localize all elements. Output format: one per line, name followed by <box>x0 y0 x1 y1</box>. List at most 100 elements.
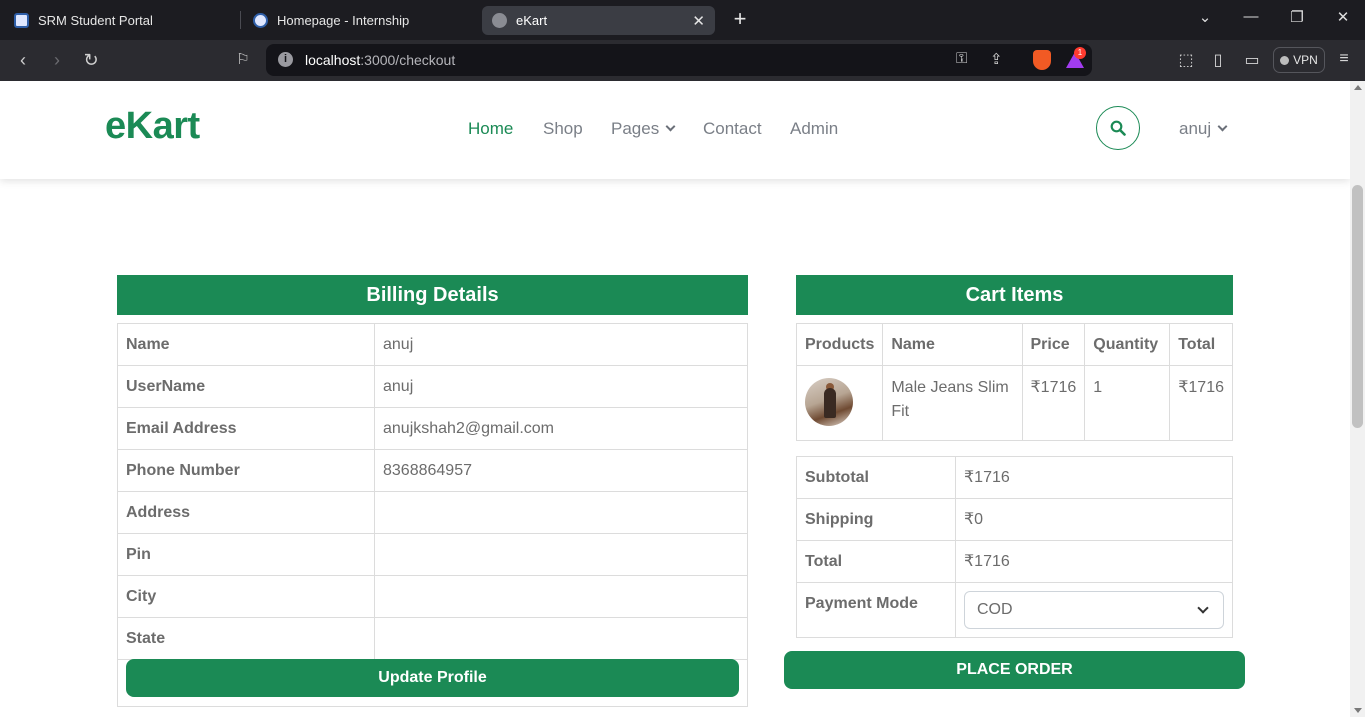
user-menu[interactable]: anuj <box>1179 119 1228 139</box>
browser-tab-internship[interactable]: Homepage - Internship <box>243 6 477 35</box>
billing-row-phone: Phone Number 8368864957 <box>117 449 748 492</box>
billing-details-title: Billing Details <box>117 275 748 315</box>
summary-label: Subtotal <box>796 456 956 499</box>
field-value: anuj <box>374 365 748 408</box>
summary-row-shipping: Shipping ₹0 <box>796 498 1233 541</box>
page-scrollbar[interactable] <box>1350 81 1365 717</box>
chevron-down-icon <box>1217 121 1228 132</box>
tab-title: eKart <box>516 13 548 28</box>
billing-row-email: Email Address anujkshah2@gmail.com <box>117 407 748 450</box>
tab-divider <box>240 11 241 29</box>
field-value: anuj <box>374 323 748 366</box>
cart-items-table: Products Name Price Quantity Total Male … <box>795 323 1233 441</box>
close-tab-icon[interactable]: ✕ <box>692 12 705 30</box>
tab-search-chevron-icon[interactable]: ⌄ <box>1194 8 1216 26</box>
nav-shop[interactable]: Shop <box>543 119 583 139</box>
billing-actions: Update Profile <box>117 651 748 707</box>
forward-arrow-icon[interactable]: › <box>46 49 68 71</box>
key-icon[interactable]: ⚿ <box>956 50 967 67</box>
col-name: Name <box>882 323 1023 366</box>
billing-row-name: Name anuj <box>117 323 748 366</box>
place-order-button[interactable]: PLACE ORDER <box>784 651 1245 689</box>
summary-value: ₹0 <box>955 498 1233 541</box>
nav-home[interactable]: Home <box>468 119 513 139</box>
col-products: Products <box>795 323 884 366</box>
globe-favicon-icon <box>492 13 507 28</box>
scroll-up-icon[interactable] <box>1354 85 1362 90</box>
new-tab-button[interactable]: + <box>728 6 752 34</box>
col-price: Price <box>1021 323 1086 366</box>
product-quantity: 1 <box>1084 365 1171 441</box>
sidebar-icon[interactable]: ▯ <box>1208 50 1228 70</box>
browser-tab-srm-portal[interactable]: SRM Student Portal <box>4 6 238 35</box>
product-price: ₹1716 <box>1021 365 1086 441</box>
menu-icon[interactable]: ≡ <box>1334 50 1354 68</box>
product-thumbnail[interactable] <box>805 378 853 426</box>
field-value: anujkshah2@gmail.com <box>374 407 748 450</box>
field-label: Name <box>117 323 375 366</box>
cart-item-row: Male Jeans Slim Fit ₹1716 1 ₹1716 <box>795 365 1233 441</box>
col-total: Total <box>1169 323 1233 366</box>
minimize-window-button[interactable]: — <box>1240 8 1262 25</box>
field-label: UserName <box>117 365 375 408</box>
nav-pages[interactable]: Pages <box>611 119 676 139</box>
summary-row-subtotal: Subtotal ₹1716 <box>796 456 1233 499</box>
field-label: Pin <box>117 533 375 576</box>
close-window-button[interactable]: ✕ <box>1332 8 1354 26</box>
field-label: City <box>117 575 375 618</box>
address-bar[interactable]: i localhost:3000/checkout ⚿ ⇪ 1 <box>266 44 1092 76</box>
field-label: Phone Number <box>117 449 375 492</box>
tab-title: SRM Student Portal <box>38 13 153 28</box>
payment-mode-select[interactable]: COD <box>964 591 1224 629</box>
billing-row-username: UserName anuj <box>117 365 748 408</box>
cart-items-title: Cart Items <box>796 275 1233 315</box>
wallet-icon[interactable]: ▭ <box>1242 50 1262 70</box>
scroll-down-icon[interactable] <box>1354 708 1362 713</box>
billing-row-pin: Pin <box>117 533 748 576</box>
srm-favicon-icon <box>14 13 29 28</box>
nav-contact[interactable]: Contact <box>703 119 762 139</box>
col-quantity: Quantity <box>1084 323 1171 366</box>
billing-details-table: Name anuj UserName anuj Email Address anujk… <box>117 323 748 660</box>
tab-title: Homepage - Internship <box>277 13 410 28</box>
search-button[interactable] <box>1096 106 1140 150</box>
bookmark-icon[interactable]: ⚐ <box>232 49 254 71</box>
field-value <box>374 491 748 534</box>
browser-tab-strip: SRM Student Portal Homepage - Internship… <box>0 0 1365 40</box>
site-info-icon[interactable]: i <box>278 52 293 67</box>
billing-row-city: City <box>117 575 748 618</box>
chevron-down-icon <box>1197 602 1209 614</box>
order-summary-table: Subtotal ₹1716 Shipping ₹0 Total ₹1716 Paym… <box>796 456 1233 638</box>
summary-value: ₹1716 <box>955 540 1233 583</box>
rewards-badge: 1 <box>1074 47 1086 59</box>
site-logo[interactable]: eKart <box>105 105 200 148</box>
summary-row-total: Total ₹1716 <box>796 540 1233 583</box>
scrollbar-thumb[interactable] <box>1352 185 1363 428</box>
search-icon <box>1110 120 1126 136</box>
share-icon[interactable]: ⇪ <box>990 50 1003 68</box>
update-profile-button[interactable]: Update Profile <box>126 659 739 697</box>
product-cell <box>795 365 884 441</box>
nav-admin[interactable]: Admin <box>790 119 838 139</box>
summary-value: ₹1716 <box>955 456 1233 499</box>
brave-shield-icon[interactable] <box>1033 50 1051 70</box>
field-label: Email Address <box>117 407 375 450</box>
reload-icon[interactable]: ↻ <box>80 49 102 71</box>
payment-cell: COD <box>955 582 1233 638</box>
vpn-button[interactable]: VPN <box>1273 47 1325 73</box>
browser-toolbar: ‹ › ↻ ⚐ i localhost:3000/checkout ⚿ ⇪ 1 … <box>0 40 1365 81</box>
field-label: Address <box>117 491 375 534</box>
billing-row-address: Address <box>117 491 748 534</box>
vpn-status-icon <box>1280 56 1290 65</box>
summary-label: Total <box>796 540 956 583</box>
product-name: Male Jeans Slim Fit <box>882 365 1023 441</box>
product-total: ₹1716 <box>1169 365 1233 441</box>
chevron-down-icon <box>665 121 676 132</box>
browser-tab-ekart-active[interactable]: eKart ✕ <box>482 6 715 35</box>
site-header: eKart Home Shop Pages Contact Admin anuj <box>0 81 1350 179</box>
field-value <box>374 575 748 618</box>
cart-header-row: Products Name Price Quantity Total <box>795 323 1233 366</box>
back-arrow-icon[interactable]: ‹ <box>12 49 34 71</box>
restore-window-button[interactable]: ❐ <box>1286 8 1308 26</box>
extensions-icon[interactable]: ⬚ <box>1176 50 1196 70</box>
